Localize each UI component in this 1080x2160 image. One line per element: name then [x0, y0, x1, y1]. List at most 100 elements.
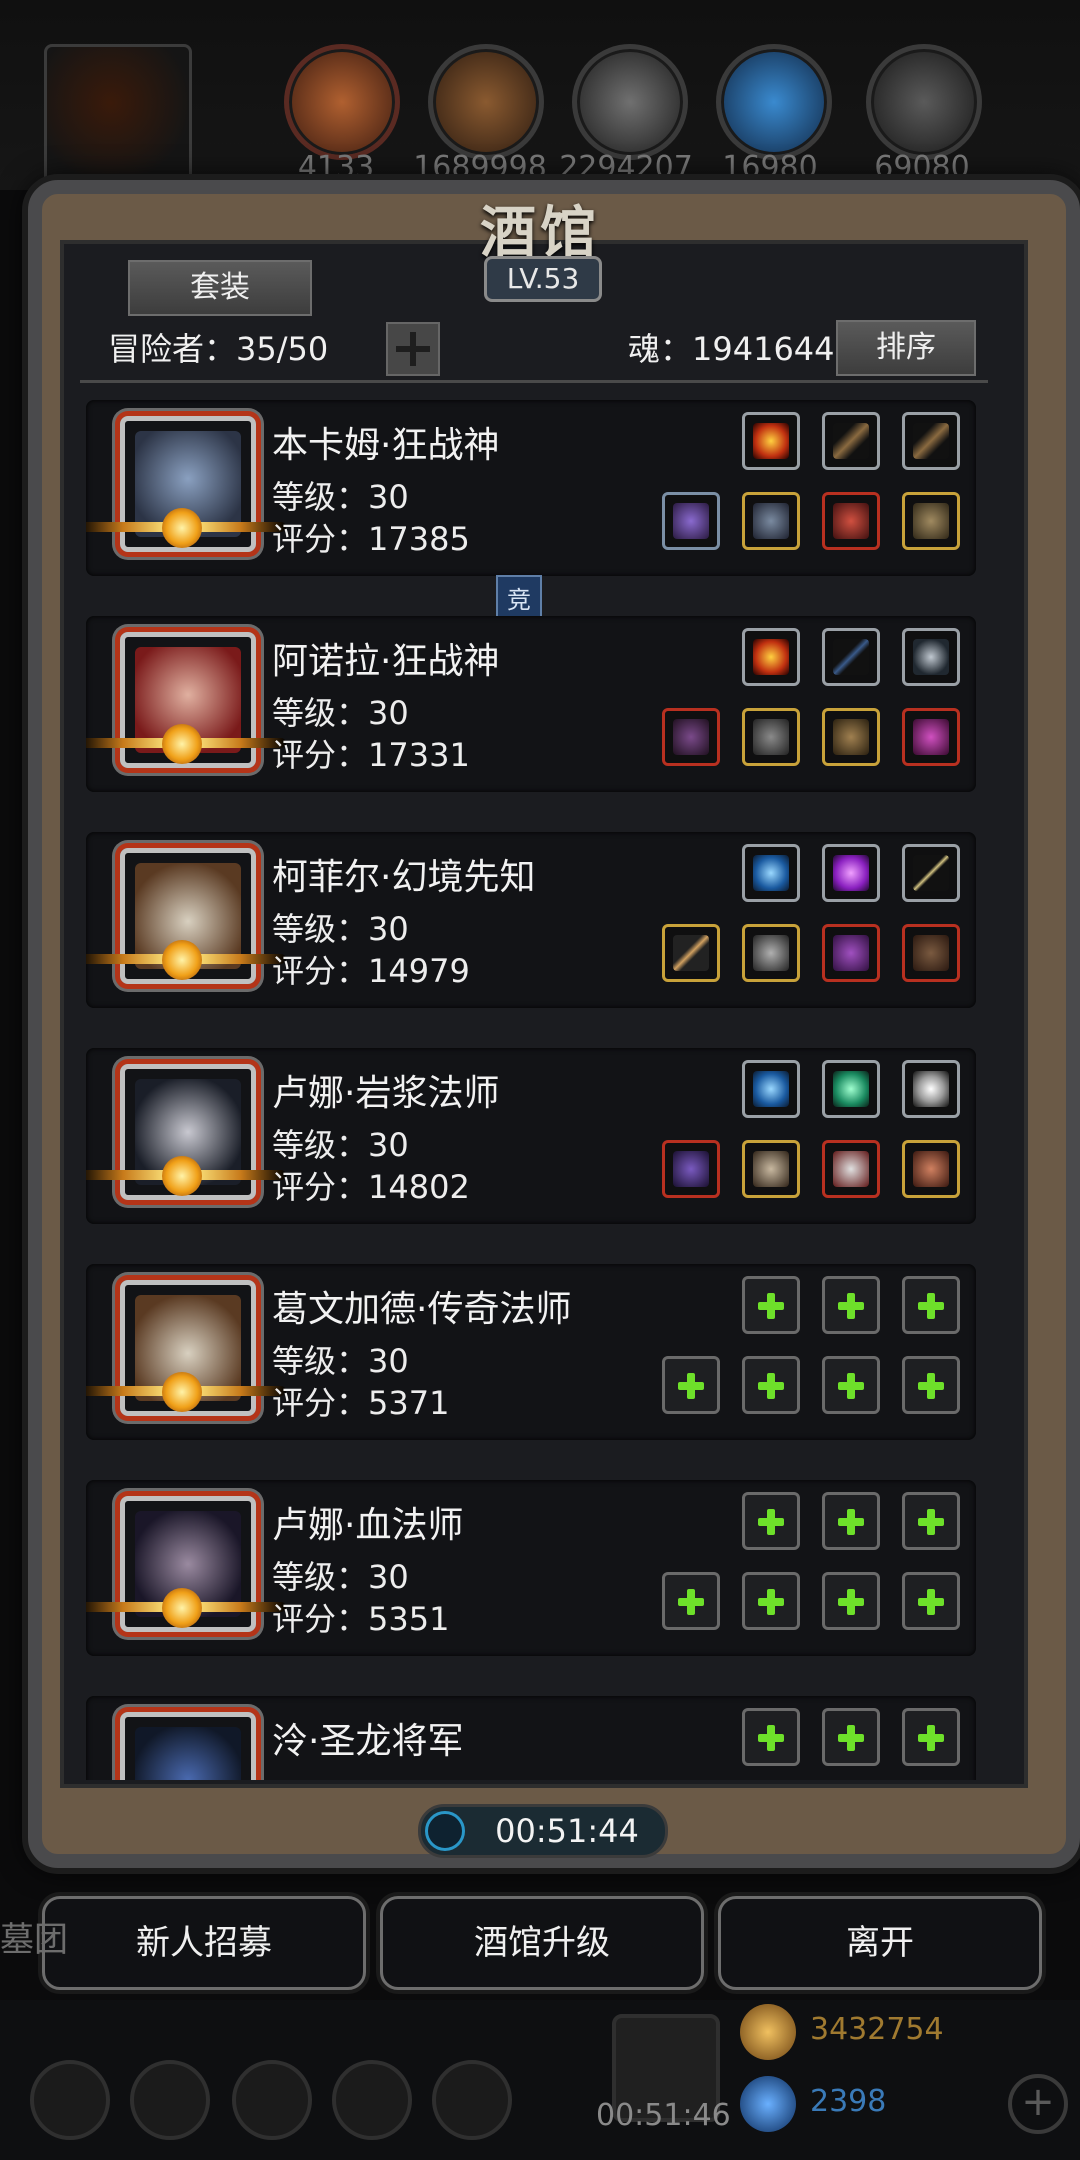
gem-icon: [740, 2076, 796, 2132]
refresh-timer-text: 00:51:44: [495, 1812, 639, 1850]
empty-slot-add-icon[interactable]: [742, 1572, 800, 1630]
empty-slot-add-icon[interactable]: [902, 1492, 960, 1550]
staff-equipment-icon[interactable]: [662, 1140, 720, 1198]
empty-slot-add-icon[interactable]: [822, 1276, 880, 1334]
hero-card[interactable]: 本卡姆·狂战神 等级：30 评分：17385: [86, 400, 976, 576]
bracer-equipment-icon[interactable]: [822, 412, 880, 470]
gold-amount: 3432754: [810, 2012, 944, 2047]
empty-slot-add-icon[interactable]: [902, 1708, 960, 1766]
armor-equipment-icon[interactable]: [742, 924, 800, 982]
player-portrait[interactable]: [44, 44, 192, 190]
spellbook-equipment-icon[interactable]: [822, 924, 880, 982]
boots-equipment-icon[interactable]: [902, 492, 960, 550]
battle-icon[interactable]: [432, 2060, 512, 2140]
armor-equipment-icon[interactable]: [742, 708, 800, 766]
hero-level: 等级：30: [272, 1558, 409, 1596]
tome-equipment-icon[interactable]: [902, 924, 960, 982]
ring-equipment-icon[interactable]: [822, 492, 880, 550]
empty-slot-add-icon[interactable]: [662, 1572, 720, 1630]
rank-emblem-icon: [86, 1372, 288, 1412]
rank-emblem-icon: [86, 1588, 288, 1628]
empty-slot-add-icon[interactable]: [822, 1572, 880, 1630]
mail-icon[interactable]: [332, 2060, 412, 2140]
hero-name: 泠·圣龙将军: [272, 1721, 464, 1762]
achievement-icon[interactable]: [130, 2060, 210, 2140]
helmet-equipment-icon[interactable]: [902, 708, 960, 766]
empty-slot-add-icon[interactable]: [902, 1276, 960, 1334]
gold-coin-icon: [740, 2004, 796, 2060]
rank-emblem-icon: [86, 1156, 288, 1196]
helm-equipment-icon[interactable]: [822, 1140, 880, 1198]
hero-avatar[interactable]: [120, 1712, 256, 1780]
hero-level: 等级：30: [272, 910, 409, 948]
rank-emblem-icon: [86, 940, 288, 980]
hero-card[interactable]: 泠·圣龙将军: [86, 1696, 976, 1780]
robe-equipment-icon[interactable]: [742, 1140, 800, 1198]
refresh-clock-icon: [425, 1811, 465, 1851]
empty-slot-add-icon[interactable]: [662, 1356, 720, 1414]
armor-equipment-icon[interactable]: [742, 492, 800, 550]
adventurer-count: 冒险者：35/50: [108, 330, 329, 368]
empty-slot-add-icon[interactable]: [742, 1356, 800, 1414]
set-button[interactable]: 套装: [128, 260, 312, 316]
water-orb-equipment-icon[interactable]: [742, 844, 800, 902]
hero-name: 本卡姆·狂战神: [272, 425, 500, 466]
recruit-button[interactable]: 新人招募: [42, 1896, 366, 1990]
fire-orb-equipment-icon[interactable]: [742, 412, 800, 470]
sort-button[interactable]: 排序: [836, 320, 976, 376]
wood-resource-icon: [428, 44, 544, 160]
hero-score: 评分：5371: [272, 1384, 450, 1422]
gem-equipment-icon[interactable]: [822, 844, 880, 902]
fire-orb-equipment-icon[interactable]: [742, 628, 800, 686]
refresh-timer: 00:51:44: [418, 1804, 668, 1858]
hero-score: 评分：5351: [272, 1600, 450, 1638]
hero-score: 评分：17385: [272, 520, 470, 558]
tavern-level-badge: LV.53: [484, 256, 602, 302]
hero-card[interactable]: 卢娜·岩浆法师 等级：30 评分：14802: [86, 1048, 976, 1224]
hero-list[interactable]: 本卡姆·狂战神 等级：30 评分：17385 竞 阿诺拉·狂战神 等级：30 评…: [86, 400, 986, 1780]
hero-card[interactable]: 葛文加德·传奇法师 等级：30 评分：5371: [86, 1264, 976, 1440]
amulet-equipment-icon[interactable]: [902, 628, 960, 686]
water-orb-equipment-icon[interactable]: [742, 1060, 800, 1118]
wand-equipment-icon[interactable]: [902, 844, 960, 902]
hero-name: 阿诺拉·狂战神: [272, 641, 500, 682]
hero-score: 评分：14802: [272, 1168, 470, 1206]
empty-slot-add-icon[interactable]: [822, 1708, 880, 1766]
empty-slot-add-icon[interactable]: [742, 1276, 800, 1334]
relic-equipment-icon[interactable]: [902, 1140, 960, 1198]
add-currency-icon[interactable]: +: [1008, 2074, 1068, 2134]
bow-equipment-icon[interactable]: [822, 628, 880, 686]
divider: [80, 380, 988, 383]
gold-currency: 3432754: [740, 2004, 1050, 2060]
hero-name: 卢娜·岩浆法师: [272, 1073, 500, 1114]
hero-score: 评分：14979: [272, 952, 470, 990]
hero-level: 等级：30: [272, 478, 409, 516]
expand-capacity-button[interactable]: [386, 322, 440, 376]
hero-name: 柯菲尔·幻境先知: [272, 857, 536, 898]
axe-equipment-icon[interactable]: [662, 492, 720, 550]
leave-button[interactable]: 离开: [718, 1896, 1042, 1990]
upgrade-tavern-button[interactable]: 酒馆升级: [380, 1896, 704, 1990]
rank-emblem-icon: [86, 724, 288, 764]
background-label: 墓团: [0, 1920, 68, 1960]
scepter-equipment-icon[interactable]: [662, 924, 720, 982]
hero-card[interactable]: 柯菲尔·幻境先知 等级：30 评分：14979: [86, 832, 976, 1008]
empty-slot-add-icon[interactable]: [902, 1356, 960, 1414]
empty-slot-add-icon[interactable]: [902, 1572, 960, 1630]
empty-slot-add-icon[interactable]: [822, 1492, 880, 1550]
hero-card[interactable]: 卢娜·血法师 等级：30 评分：5351: [86, 1480, 976, 1656]
bracer-equipment-icon[interactable]: [902, 412, 960, 470]
staff-equipment-icon[interactable]: [662, 708, 720, 766]
feather-equipment-icon[interactable]: [902, 1060, 960, 1118]
soul-count: 魂：1941644: [628, 330, 835, 368]
settings-icon[interactable]: [30, 2060, 110, 2140]
empty-slot-add-icon[interactable]: [742, 1708, 800, 1766]
gloves-equipment-icon[interactable]: [822, 708, 880, 766]
gem-amount: 2398: [810, 2084, 887, 2119]
empty-slot-add-icon[interactable]: [822, 1356, 880, 1414]
hero-card[interactable]: 阿诺拉·狂战神 等级：30 评分：17331: [86, 616, 976, 792]
hero-level: 等级：30: [272, 1342, 409, 1380]
jade-equipment-icon[interactable]: [822, 1060, 880, 1118]
guild-icon[interactable]: [232, 2060, 312, 2140]
empty-slot-add-icon[interactable]: [742, 1492, 800, 1550]
